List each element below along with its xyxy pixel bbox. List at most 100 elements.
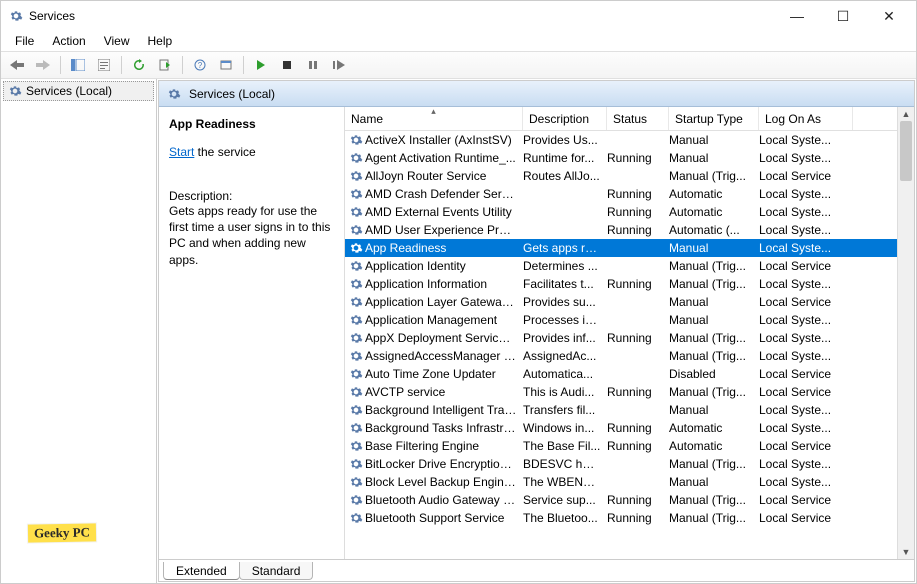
service-row[interactable]: App ReadinessGets apps re...ManualLocal …	[345, 239, 897, 257]
service-startup: Automatic	[669, 439, 759, 453]
service-row[interactable]: ActiveX Installer (AxInstSV)Provides Us.…	[345, 131, 897, 149]
toolbar: ?	[1, 51, 916, 79]
service-row[interactable]: Auto Time Zone UpdaterAutomatica...Disab…	[345, 365, 897, 383]
col-logon[interactable]: Log On As	[759, 107, 853, 130]
description-label: Description:	[169, 189, 334, 203]
vertical-scrollbar[interactable]: ▲ ▼	[897, 107, 914, 559]
service-name: Auto Time Zone Updater	[365, 367, 517, 381]
service-gear-icon	[349, 349, 363, 363]
service-gear-icon	[349, 403, 363, 417]
col-startup[interactable]: Startup Type	[669, 107, 759, 130]
tree-root-label: Services (Local)	[26, 84, 112, 98]
service-logon: Local Service	[759, 385, 853, 399]
nav-back-button[interactable]	[5, 54, 29, 76]
service-row[interactable]: Application Layer Gateway ...Provides su…	[345, 293, 897, 311]
stop-service-button[interactable]	[275, 54, 299, 76]
service-gear-icon	[349, 187, 363, 201]
service-row[interactable]: AMD Crash Defender ServiceRunningAutomat…	[345, 185, 897, 203]
service-startup: Automatic	[669, 205, 759, 219]
service-name: AssignedAccessManager Se...	[365, 349, 517, 363]
service-row[interactable]: AssignedAccessManager Se...AssignedAc...…	[345, 347, 897, 365]
window-title: Services	[29, 9, 75, 23]
tab-standard[interactable]: Standard	[239, 562, 314, 580]
service-row[interactable]: Background Tasks Infrastruc...Windows in…	[345, 419, 897, 437]
service-row[interactable]: AppX Deployment Service (...Provides inf…	[345, 329, 897, 347]
service-row[interactable]: Application ManagementProcesses in...Man…	[345, 311, 897, 329]
service-description: This is Audi...	[523, 385, 607, 399]
service-startup: Manual	[669, 241, 759, 255]
service-logon: Local Syste...	[759, 151, 853, 165]
service-logon: Local Service	[759, 169, 853, 183]
service-row[interactable]: AVCTP serviceThis is Audi...RunningManua…	[345, 383, 897, 401]
start-service-button[interactable]	[249, 54, 273, 76]
service-gear-icon	[349, 295, 363, 309]
service-row[interactable]: Base Filtering EngineThe Base Fil...Runn…	[345, 437, 897, 455]
service-name: BitLocker Drive Encryption ...	[365, 457, 517, 471]
service-logon: Local Syste...	[759, 277, 853, 291]
restart-service-button[interactable]	[327, 54, 351, 76]
result-pane-header: Services (Local)	[159, 81, 914, 107]
refresh-button[interactable]	[127, 54, 151, 76]
service-name: Background Tasks Infrastruc...	[365, 421, 517, 435]
service-row[interactable]: BitLocker Drive Encryption ...BDESVC hos…	[345, 455, 897, 473]
tree-root[interactable]: Services (Local)	[3, 81, 154, 101]
service-name: Application Information	[365, 277, 517, 291]
service-gear-icon	[349, 241, 363, 255]
service-logon: Local Syste...	[759, 133, 853, 147]
service-gear-icon	[349, 439, 363, 453]
service-logon: Local Syste...	[759, 403, 853, 417]
scroll-up-icon[interactable]: ▲	[898, 107, 914, 121]
service-row[interactable]: Bluetooth Audio Gateway S...Service sup.…	[345, 491, 897, 509]
maximize-button[interactable]: ☐	[820, 1, 866, 31]
menu-action[interactable]: Action	[44, 32, 93, 50]
service-row[interactable]: Block Level Backup Engine ...The WBENG..…	[345, 473, 897, 491]
service-startup: Manual (Trig...	[669, 385, 759, 399]
scroll-thumb[interactable]	[900, 121, 912, 181]
service-name: ActiveX Installer (AxInstSV)	[365, 133, 517, 147]
menu-help[interactable]: Help	[140, 32, 181, 50]
result-pane-title: Services (Local)	[189, 87, 275, 101]
menu-view[interactable]: View	[96, 32, 138, 50]
service-name: Application Management	[365, 313, 517, 327]
service-row[interactable]: AMD User Experience Progr...RunningAutom…	[345, 221, 897, 239]
pause-service-button[interactable]	[301, 54, 325, 76]
service-startup: Manual (Trig...	[669, 169, 759, 183]
nav-forward-button[interactable]	[31, 54, 55, 76]
service-name: App Readiness	[365, 241, 517, 255]
service-name: Agent Activation Runtime_...	[365, 151, 517, 165]
service-row[interactable]: Background Intelligent Tran...Transfers …	[345, 401, 897, 419]
minimize-button[interactable]: ―	[774, 1, 820, 31]
service-name: Block Level Backup Engine ...	[365, 475, 517, 489]
service-gear-icon	[349, 259, 363, 273]
tab-extended[interactable]: Extended	[163, 562, 240, 580]
service-row[interactable]: AMD External Events UtilityRunningAutoma…	[345, 203, 897, 221]
export-list-button[interactable]	[153, 54, 177, 76]
menu-file[interactable]: File	[7, 32, 42, 50]
service-logon: Local Syste...	[759, 475, 853, 489]
service-description: Facilitates t...	[523, 277, 607, 291]
start-service-link[interactable]: Start	[169, 145, 194, 159]
col-name[interactable]: ▴ Name	[345, 107, 523, 130]
close-button[interactable]: ✕	[866, 1, 912, 31]
toolbar-extra-button[interactable]	[214, 54, 238, 76]
col-status[interactable]: Status	[607, 107, 669, 130]
show-hide-tree-button[interactable]	[66, 54, 90, 76]
service-row[interactable]: Bluetooth Support ServiceThe Bluetoo...R…	[345, 509, 897, 527]
properties-button[interactable]	[92, 54, 116, 76]
service-description: Automatica...	[523, 367, 607, 381]
service-name: Base Filtering Engine	[365, 439, 517, 453]
scroll-down-icon[interactable]: ▼	[898, 545, 914, 559]
col-description[interactable]: Description	[523, 107, 607, 130]
service-gear-icon	[349, 385, 363, 399]
service-gear-icon	[349, 205, 363, 219]
service-row[interactable]: AllJoyn Router ServiceRoutes AllJo...Man…	[345, 167, 897, 185]
service-row[interactable]: Application IdentityDetermines ...Manual…	[345, 257, 897, 275]
service-row[interactable]: Agent Activation Runtime_...Runtime for.…	[345, 149, 897, 167]
service-row[interactable]: Application InformationFacilitates t...R…	[345, 275, 897, 293]
help-button[interactable]: ?	[188, 54, 212, 76]
service-name: AMD User Experience Progr...	[365, 223, 517, 237]
service-description: Gets apps re...	[523, 241, 607, 255]
service-startup: Manual	[669, 403, 759, 417]
service-gear-icon	[349, 169, 363, 183]
service-status: Running	[607, 439, 669, 453]
